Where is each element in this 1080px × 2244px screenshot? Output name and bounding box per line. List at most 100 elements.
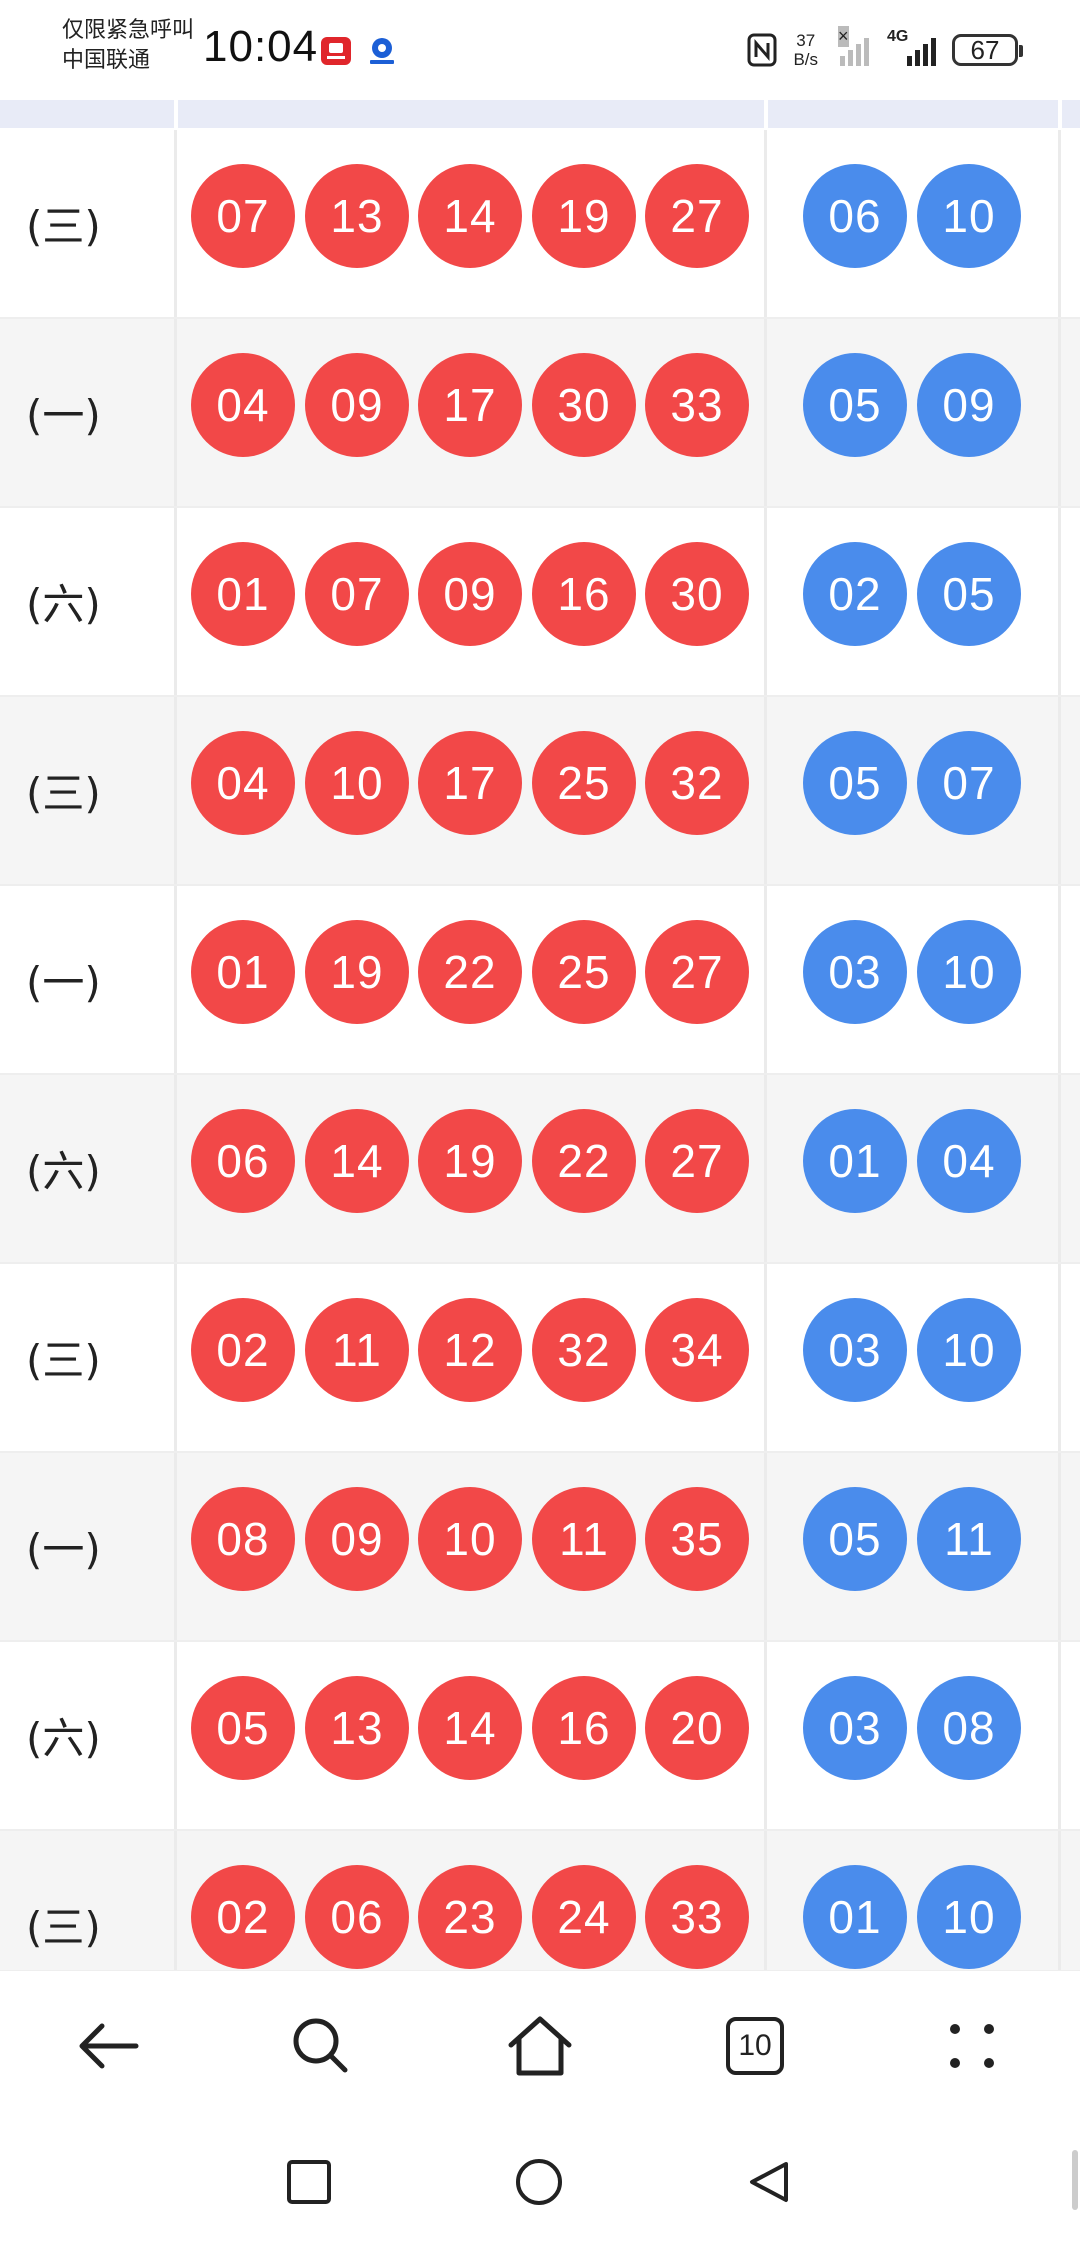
red-ball: 14 xyxy=(305,1109,409,1213)
column-divider xyxy=(174,886,177,1073)
draw-weekday: (三) xyxy=(26,769,101,818)
red-ball: 12 xyxy=(418,1298,522,1402)
network-type-label: 4G xyxy=(887,28,909,45)
search-icon xyxy=(293,2018,348,2073)
home-circle-icon xyxy=(516,2159,562,2205)
red-ball: 07 xyxy=(191,164,295,268)
red-ball: 23 xyxy=(418,1865,522,1969)
red-ball: 22 xyxy=(532,1109,636,1213)
blue-ball: 05 xyxy=(803,731,907,835)
app-notification-icon xyxy=(321,37,351,65)
column-divider xyxy=(174,1831,177,1970)
more-menu-button[interactable] xyxy=(917,1971,1027,2121)
blue-ball: 11 xyxy=(917,1487,1021,1591)
system-navigation-bar xyxy=(0,2120,1080,2244)
red-ball: 19 xyxy=(305,920,409,1024)
red-ball: 27 xyxy=(645,1109,749,1213)
column-divider xyxy=(1058,1642,1061,1829)
column-divider xyxy=(764,697,767,884)
draw-row: (一) 01 19 22 25 27 03 10 xyxy=(0,886,1080,1075)
network-speed: 37 B/s xyxy=(793,31,818,69)
draw-row: (三) 02 06 23 24 33 01 10 xyxy=(0,1831,1080,1970)
tab-count: 10 xyxy=(738,2029,772,2062)
blue-ball: 10 xyxy=(917,1298,1021,1402)
signal-strength-icon: × xyxy=(838,26,869,66)
red-ball: 24 xyxy=(532,1865,636,1969)
network-speed-unit: B/s xyxy=(793,50,818,69)
red-ball: 13 xyxy=(305,1676,409,1780)
blue-ball: 04 xyxy=(917,1109,1021,1213)
system-status-icons: 37 B/s × 4G 67 xyxy=(747,26,1023,72)
draw-row: (六) 05 13 14 16 20 03 08 xyxy=(0,1642,1080,1831)
red-ball: 33 xyxy=(645,1865,749,1969)
column-divider xyxy=(1058,1264,1061,1451)
column-divider xyxy=(174,130,177,317)
network-speed-value: 37 xyxy=(796,31,816,50)
red-ball: 32 xyxy=(645,731,749,835)
red-ball: 14 xyxy=(418,164,522,268)
tabs-icon: 10 xyxy=(725,2016,785,2076)
red-ball: 27 xyxy=(645,164,749,268)
column-divider xyxy=(764,1453,767,1640)
red-ball: 19 xyxy=(532,164,636,268)
blue-ball: 05 xyxy=(917,542,1021,646)
draw-row: (六) 01 07 09 16 30 02 05 xyxy=(0,508,1080,697)
recents-button[interactable] xyxy=(259,2120,359,2244)
draw-weekday: (六) xyxy=(26,580,101,629)
system-home-button[interactable] xyxy=(489,2120,589,2244)
column-divider xyxy=(764,1831,767,1970)
back-button[interactable] xyxy=(52,1971,162,2121)
column-divider xyxy=(764,319,767,506)
column-divider xyxy=(764,1075,767,1262)
browser-toolbar: 10 xyxy=(0,1970,1080,2121)
red-ball: 22 xyxy=(418,920,522,1024)
red-ball: 17 xyxy=(418,731,522,835)
red-ball: 10 xyxy=(418,1487,522,1591)
column-divider xyxy=(1058,886,1061,1073)
blue-ball: 07 xyxy=(917,731,1021,835)
battery-level: 67 xyxy=(970,34,1000,65)
column-divider xyxy=(174,319,177,506)
signal-strength-icon: 4G xyxy=(887,28,936,66)
red-ball: 04 xyxy=(191,731,295,835)
blue-ball: 03 xyxy=(803,1298,907,1402)
system-back-button[interactable] xyxy=(719,2120,819,2244)
draw-weekday: (三) xyxy=(26,1903,101,1952)
red-ball: 16 xyxy=(532,1676,636,1780)
column-divider xyxy=(1058,1075,1061,1262)
blue-ball: 06 xyxy=(803,164,907,268)
column-divider xyxy=(1058,697,1061,884)
draw-weekday: (一) xyxy=(26,1525,101,1574)
draw-row: (一) 08 09 10 11 35 05 11 xyxy=(0,1453,1080,1642)
red-ball: 07 xyxy=(305,542,409,646)
red-ball: 04 xyxy=(191,353,295,457)
blue-ball: 05 xyxy=(803,353,907,457)
home-button[interactable] xyxy=(485,1971,595,2121)
draw-row: (三) 07 13 14 19 27 06 10 xyxy=(0,130,1080,319)
red-ball: 17 xyxy=(418,353,522,457)
blue-ball: 05 xyxy=(803,1487,907,1591)
back-triangle-icon xyxy=(750,2162,788,2202)
red-ball: 06 xyxy=(305,1865,409,1969)
table-header-strip xyxy=(0,100,1080,128)
carrier-info: 仅限紧急呼叫 中国联通 xyxy=(62,16,194,76)
column-divider xyxy=(764,130,767,317)
draw-weekday: (三) xyxy=(26,202,101,251)
blue-ball: 01 xyxy=(803,1865,907,1969)
blue-ball: 10 xyxy=(917,920,1021,1024)
red-ball: 25 xyxy=(532,731,636,835)
tabs-button[interactable]: 10 xyxy=(700,1971,810,2121)
column-divider xyxy=(174,1075,177,1262)
search-button[interactable] xyxy=(266,1971,376,2121)
draw-row: (六) 06 14 19 22 27 01 04 xyxy=(0,1075,1080,1264)
column-divider xyxy=(174,1642,177,1829)
home-icon xyxy=(508,2016,572,2076)
red-ball: 11 xyxy=(532,1487,636,1591)
column-divider xyxy=(174,508,177,695)
red-ball: 34 xyxy=(645,1298,749,1402)
blue-ball: 09 xyxy=(917,353,1021,457)
column-divider xyxy=(764,1642,767,1829)
column-divider xyxy=(764,886,767,1073)
draw-weekday: (三) xyxy=(26,1336,101,1385)
scroll-indicator xyxy=(1072,2150,1078,2210)
